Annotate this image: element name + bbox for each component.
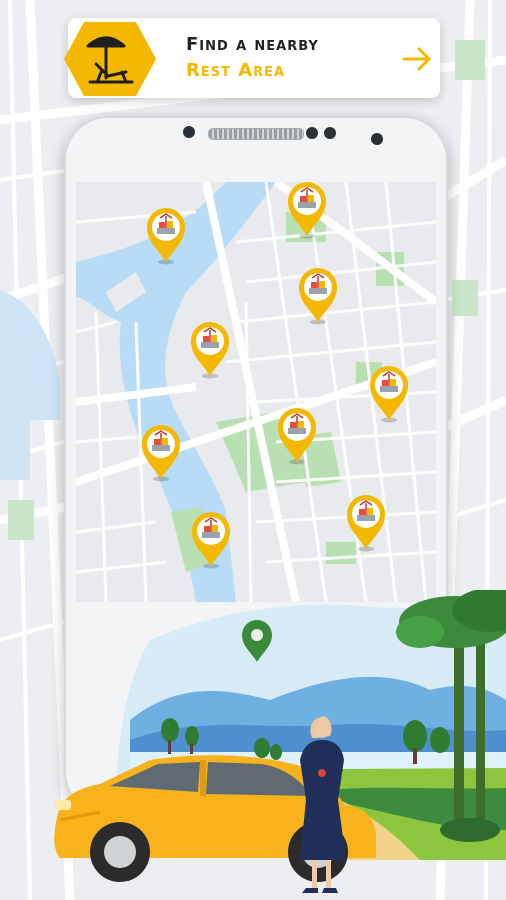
front-camera-icon (183, 126, 195, 138)
rest-area-marker-icon[interactable] (145, 206, 187, 266)
location-pin-icon[interactable] (240, 620, 274, 664)
arrow-right-icon[interactable] (400, 42, 434, 76)
rest-area-marker-icon[interactable] (276, 406, 318, 466)
rest-area-marker-icon[interactable] (140, 423, 182, 483)
rest-area-marker-icon[interactable] (189, 320, 231, 380)
banner-title: Find a nearby (186, 34, 319, 55)
banner-subtitle: Rest Area (186, 60, 286, 81)
rest-area-marker-icon[interactable] (297, 266, 339, 326)
rest-area-marker-icon[interactable] (345, 493, 387, 553)
camera-icon (371, 133, 383, 145)
rest-area-marker-icon[interactable] (368, 364, 410, 424)
phone-speaker (208, 128, 304, 140)
sensor-icon (324, 127, 336, 139)
rest-area-marker-icon[interactable] (190, 510, 232, 570)
beach-chair-umbrella-icon (64, 22, 156, 96)
rest-area-marker-icon[interactable] (286, 180, 328, 240)
sensor-icon (306, 127, 318, 139)
